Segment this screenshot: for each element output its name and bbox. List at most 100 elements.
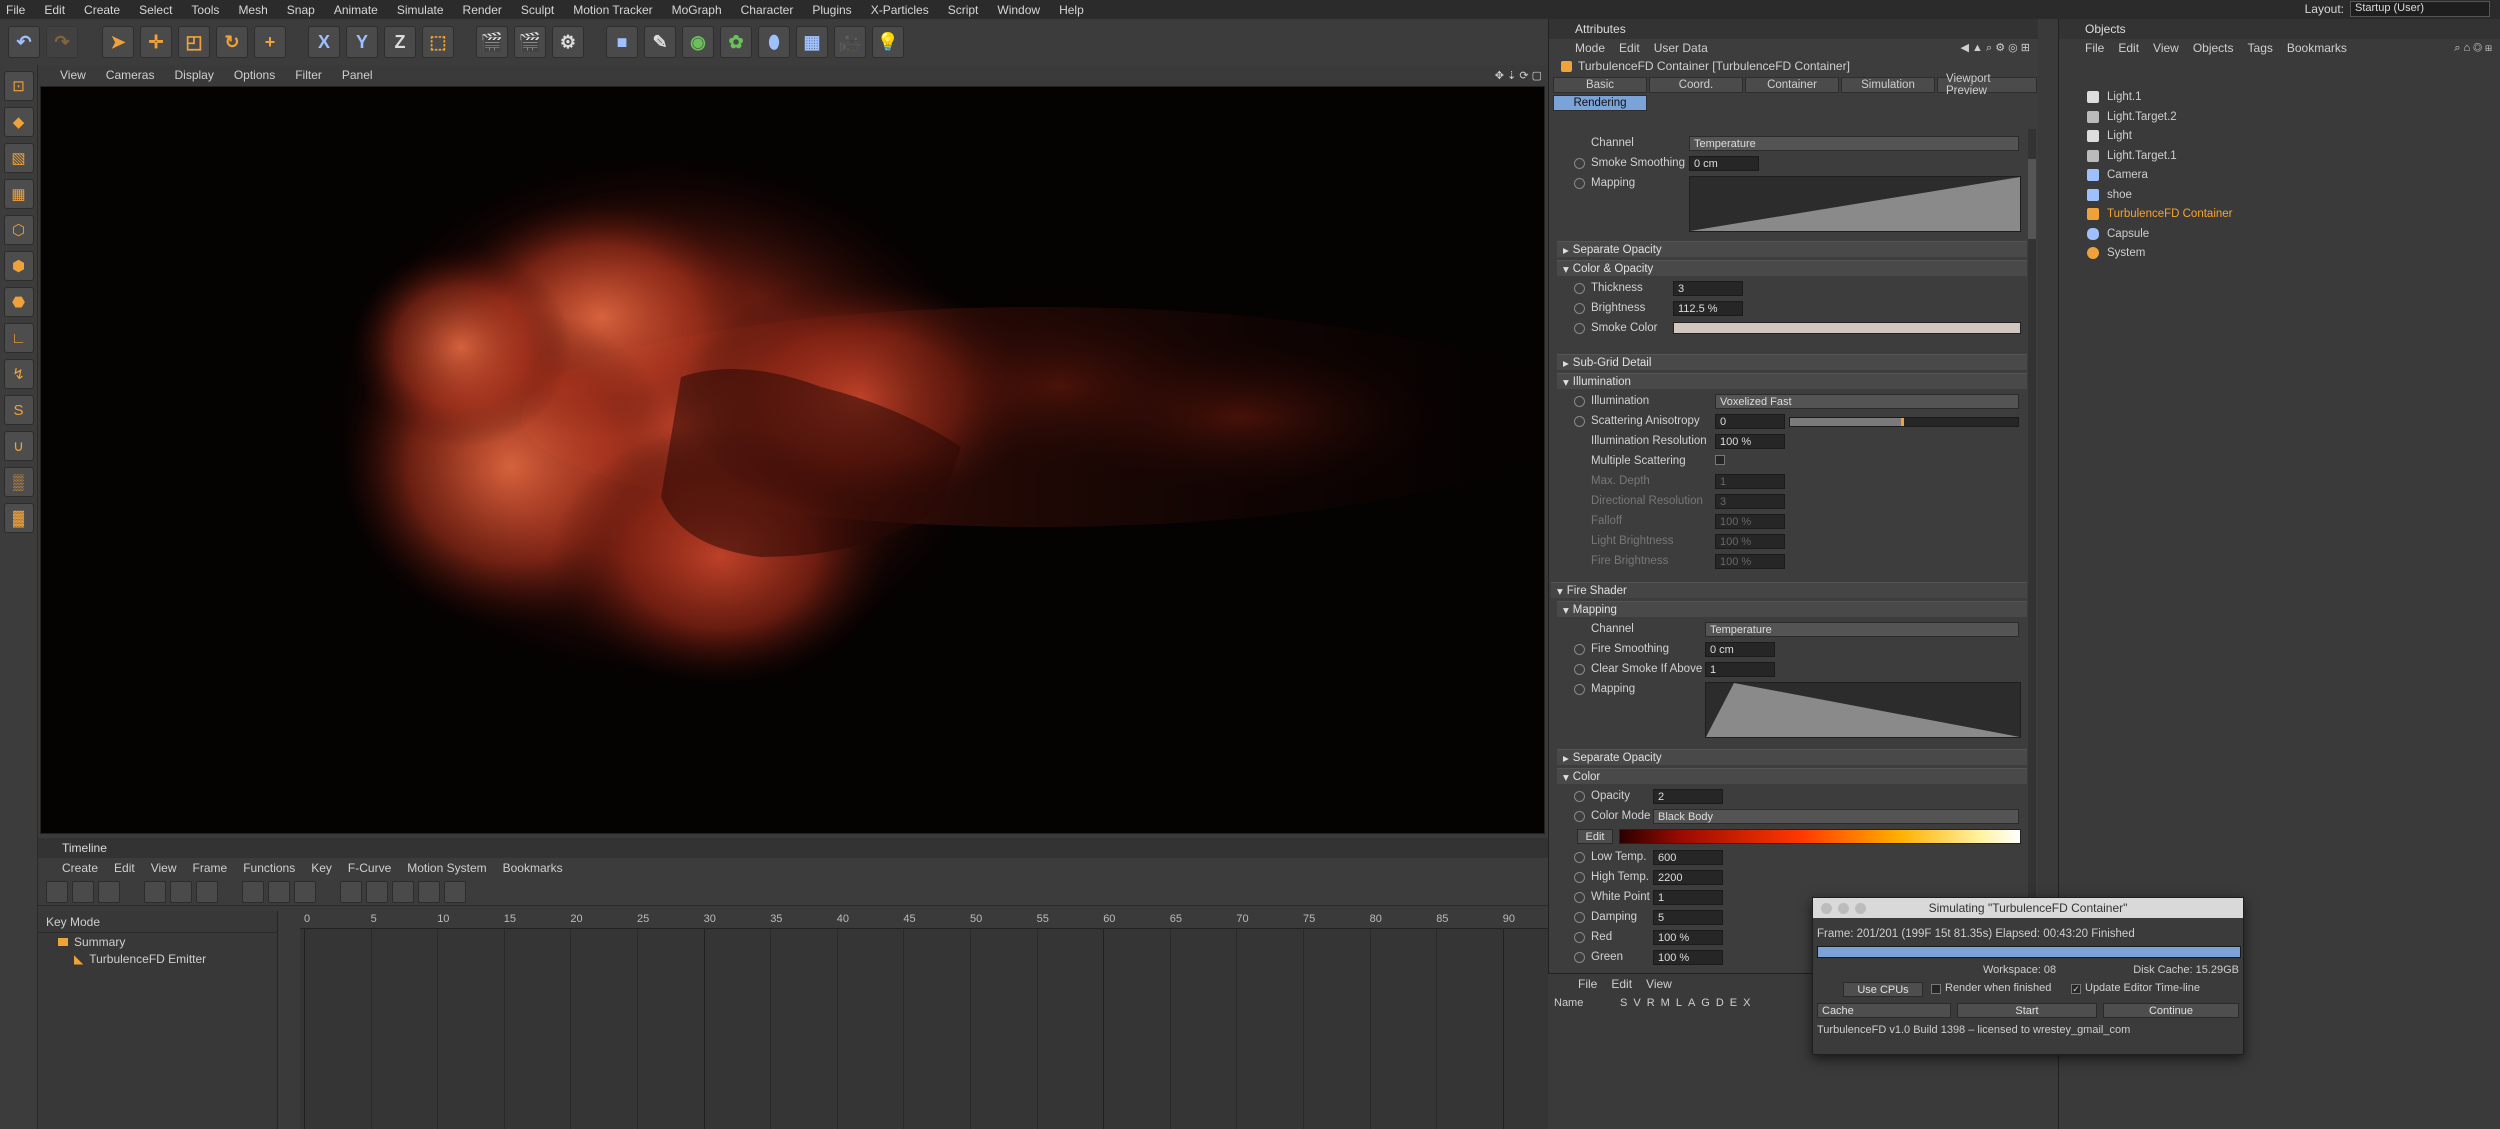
- anim-radio[interactable]: [1574, 683, 1585, 695]
- redo-icon[interactable]: ↷: [46, 26, 78, 58]
- floor-icon[interactable]: ▦: [796, 26, 828, 58]
- anim-radio[interactable]: [1574, 282, 1585, 294]
- continue-button[interactable]: Continue: [2103, 1003, 2239, 1018]
- anim-radio[interactable]: [1574, 157, 1585, 169]
- anim-radio[interactable]: [1574, 951, 1585, 963]
- white-point-field[interactable]: 1: [1653, 890, 1723, 905]
- axis-z-button[interactable]: Z: [384, 26, 416, 58]
- workplane-icon[interactable]: ▦: [3, 179, 34, 209]
- tab-viewport-preview[interactable]: Viewport Preview: [1937, 73, 2037, 97]
- delete-key-icon[interactable]: [268, 880, 290, 903]
- 3d-viewport[interactable]: [40, 86, 1545, 834]
- light-icon[interactable]: 💡: [872, 26, 904, 58]
- attr-menu-user-data[interactable]: User Data: [1654, 41, 1708, 55]
- tab-simulation[interactable]: Simulation: [1841, 77, 1935, 93]
- scale-tool-icon[interactable]: ◰: [178, 26, 210, 58]
- update-editor-checkbox[interactable]: ✓: [2071, 984, 2081, 994]
- layer-menu-view[interactable]: View: [1646, 977, 1672, 991]
- obj-menu-objects[interactable]: Objects: [2193, 41, 2234, 55]
- track-emitter[interactable]: ◣ TurbulenceFD Emitter: [38, 950, 277, 967]
- fire-shader-section[interactable]: ▾ Fire Shader: [1551, 582, 2027, 598]
- anim-radio[interactable]: [1574, 322, 1585, 334]
- obj-menu-edit[interactable]: Edit: [2118, 41, 2139, 55]
- timeline-menu-functions[interactable]: Functions: [243, 861, 295, 875]
- tweak-mode-icon[interactable]: ↯: [3, 359, 34, 389]
- object-row-camera[interactable]: Camera: [2059, 165, 2500, 184]
- cache-select[interactable]: Cache: [1817, 1003, 1951, 1018]
- menu-script[interactable]: Script: [948, 3, 979, 17]
- viewport-menu-panel[interactable]: Panel: [342, 68, 373, 82]
- object-row-turbulencefd-container[interactable]: TurbulenceFD Container: [2059, 204, 2500, 223]
- render-view-icon[interactable]: 🎬: [476, 26, 508, 58]
- timeline-menu-key[interactable]: Key: [311, 861, 332, 875]
- ease-out-icon[interactable]: [444, 880, 466, 903]
- timeline-menu-create[interactable]: Create: [62, 861, 98, 875]
- anim-radio[interactable]: [1574, 302, 1585, 314]
- brightness-field[interactable]: 112.5 %: [1673, 301, 1743, 316]
- menu-plugins[interactable]: Plugins: [812, 3, 851, 17]
- smoke-separate-opacity-section[interactable]: ▸ Separate Opacity: [1557, 241, 2027, 257]
- viewport-menu-display[interactable]: Display: [174, 68, 213, 82]
- menu-x-particles[interactable]: X-Particles: [871, 3, 929, 17]
- menu-render[interactable]: Render: [463, 3, 502, 17]
- anim-radio[interactable]: [1574, 931, 1585, 943]
- anim-radio[interactable]: [1574, 891, 1585, 903]
- layer-menu-file[interactable]: File: [1578, 977, 1597, 991]
- low-temp-field[interactable]: 600: [1653, 850, 1723, 865]
- falloff-field[interactable]: 100 %: [1715, 514, 1785, 529]
- green-field[interactable]: 100 %: [1653, 950, 1723, 965]
- obj-menu-view[interactable]: View: [2153, 41, 2179, 55]
- use-cpus-select[interactable]: Use CPUs: [1843, 982, 1923, 997]
- menu-select[interactable]: Select: [139, 3, 172, 17]
- menu-sculpt[interactable]: Sculpt: [521, 3, 554, 17]
- snapping-icon[interactable]: S: [3, 395, 34, 425]
- clear-smoke-field[interactable]: 1: [1705, 662, 1775, 677]
- color-opacity-section[interactable]: ▾ Color & Opacity: [1557, 260, 2027, 276]
- layer-menu-edit[interactable]: Edit: [1611, 977, 1632, 991]
- magnet-icon[interactable]: ∪: [3, 431, 34, 461]
- make-editable-icon[interactable]: ⊡: [3, 71, 34, 101]
- model-mode-icon[interactable]: ◆: [3, 107, 34, 137]
- anim-radio[interactable]: [1574, 663, 1585, 675]
- fire-channel-select[interactable]: Temperature: [1705, 622, 2019, 637]
- tab-coord[interactable]: Coord.: [1649, 77, 1743, 93]
- axis-y-button[interactable]: Y: [346, 26, 378, 58]
- fire-separate-opacity-section[interactable]: ▸ Separate Opacity: [1557, 749, 2027, 765]
- damping-field[interactable]: 5: [1653, 910, 1723, 925]
- lock-workplane-icon[interactable]: ▓: [3, 503, 34, 533]
- timeline-menu-motion-system[interactable]: Motion System: [407, 861, 486, 875]
- keyframe-selection-icon[interactable]: [196, 880, 218, 903]
- undo-icon[interactable]: ↶: [8, 26, 40, 58]
- timeline-ruler[interactable]: 0 5 10 15 20 25 30 35 40 45 50 55 60 65 70 75 80 85 90: [300, 911, 1548, 929]
- max-depth-field[interactable]: 1: [1715, 474, 1785, 489]
- layout-select[interactable]: Startup (User): [2350, 1, 2490, 17]
- live-select-icon[interactable]: +: [254, 26, 286, 58]
- object-row-light-1[interactable]: Light.1: [2059, 87, 2500, 106]
- autokey-icon[interactable]: [170, 880, 192, 903]
- render-picture-viewer-icon[interactable]: 🎬: [514, 26, 546, 58]
- subgrid-section[interactable]: ▸ Sub-Grid Detail: [1557, 354, 2027, 370]
- scattering-slider[interactable]: [1789, 417, 2019, 427]
- deformer-icon[interactable]: ⬮: [758, 26, 790, 58]
- menu-help[interactable]: Help: [1059, 3, 1084, 17]
- motion-mode-icon[interactable]: [98, 880, 120, 903]
- fire-mapping-section[interactable]: ▾ Mapping: [1557, 601, 2027, 617]
- menu-animate[interactable]: Animate: [334, 3, 378, 17]
- viewport-menu-view[interactable]: View: [60, 68, 86, 82]
- fire-bright-field[interactable]: 100 %: [1715, 554, 1785, 569]
- timeline-menu-bookmarks[interactable]: Bookmarks: [503, 861, 563, 875]
- menu-tools[interactable]: Tools: [191, 3, 219, 17]
- render-settings-icon[interactable]: ⚙: [552, 26, 584, 58]
- minimize-icon[interactable]: [1838, 903, 1849, 914]
- move-tool-icon[interactable]: ✛: [140, 26, 172, 58]
- cube-icon[interactable]: ■: [606, 26, 638, 58]
- fire-smoothing-field[interactable]: 0 cm: [1705, 642, 1775, 657]
- menu-simulate[interactable]: Simulate: [397, 3, 444, 17]
- rotate-tool-icon[interactable]: ↻: [216, 26, 248, 58]
- close-icon[interactable]: [1821, 903, 1832, 914]
- dir-res-field[interactable]: 3: [1715, 494, 1785, 509]
- select-tool-icon[interactable]: ➤: [102, 26, 134, 58]
- menu-mograph[interactable]: MoGraph: [672, 3, 722, 17]
- blackbody-gradient[interactable]: [1619, 829, 2021, 844]
- tab-container[interactable]: Container: [1745, 77, 1839, 93]
